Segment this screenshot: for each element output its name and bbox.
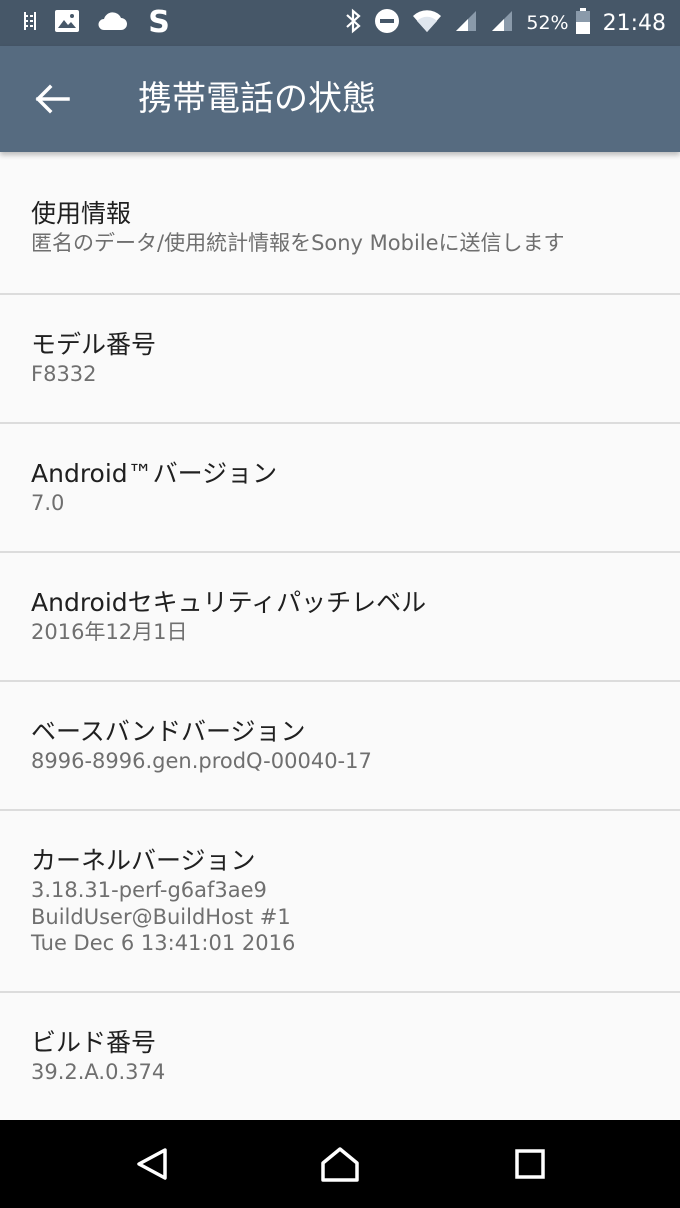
item-summary: 8996-8996.gen.prodQ-00040-17	[31, 749, 372, 773]
back-triangle-icon	[137, 1148, 167, 1180]
app-bar: 携帯電話の状態	[0, 46, 680, 152]
clock: 21:48	[602, 10, 666, 36]
item-title: ベースバンドバージョン	[31, 717, 306, 746]
bluetooth-icon	[344, 8, 362, 38]
navigation-bar	[0, 1120, 680, 1208]
list-item-baseband-version[interactable]: ベースバンドバージョン 8996-8996.gen.prodQ-00040-17	[0, 682, 680, 811]
status-icons-right: 52% 21:48	[332, 0, 666, 46]
nav-back-button[interactable]	[102, 1120, 202, 1208]
item-title: 使用情報	[31, 199, 132, 228]
battery-percent: 52%	[526, 12, 569, 34]
item-summary: Tue Dec 6 13:41:01 2016	[31, 931, 296, 955]
item-title: ビルド番号	[31, 1028, 157, 1057]
s-app-icon: S	[144, 5, 174, 40]
list-item-android-version[interactable]: Android™バージョン 7.0	[0, 424, 680, 553]
signal-icon	[490, 9, 514, 37]
do-not-disturb-icon	[374, 8, 400, 38]
svg-text:S: S	[148, 6, 170, 36]
status-bar: S 52% 21:48	[0, 0, 680, 46]
home-icon	[321, 1147, 359, 1182]
battery-icon	[575, 7, 591, 39]
image-icon	[54, 9, 80, 37]
item-summary: F8332	[31, 362, 97, 386]
wifi-icon	[412, 9, 442, 37]
item-title: Androidセキュリティパッチレベル	[31, 588, 427, 617]
nav-home-button[interactable]	[290, 1120, 390, 1208]
item-summary: 匿名のデータ/使用統計情報をSony Mobileに送信します	[31, 231, 565, 255]
recents-icon	[515, 1149, 545, 1179]
cloud-icon	[96, 10, 128, 36]
list-item-model-number[interactable]: モデル番号 F8332	[0, 295, 680, 424]
list-item-kernel-version[interactable]: カーネルバージョン 3.18.31-perf-g6af3ae9 BuildUse…	[0, 811, 680, 993]
list-item-security-patch[interactable]: Androidセキュリティパッチレベル 2016年12月1日	[0, 553, 680, 682]
vibrate-icon	[22, 10, 38, 36]
nav-recents-button[interactable]	[480, 1120, 580, 1208]
status-icons-left: S	[22, 0, 190, 46]
item-summary: 2016年12月1日	[31, 620, 188, 644]
item-title: カーネルバージョン	[31, 846, 256, 875]
back-button[interactable]	[26, 75, 78, 123]
signal-icon	[454, 9, 478, 37]
settings-list: 使用情報 匿名のデータ/使用統計情報をSony Mobileに送信します モデル…	[0, 164, 680, 1122]
item-summary: 7.0	[31, 491, 65, 515]
item-title: モデル番号	[31, 330, 157, 359]
item-summary: 3.18.31-perf-g6af3ae9	[31, 878, 267, 902]
page-title: 携帯電話の状態	[138, 79, 376, 119]
list-item-build-number[interactable]: ビルド番号 39.2.A.0.374	[0, 993, 680, 1122]
arrow-left-icon	[35, 84, 70, 114]
item-title: Android™バージョン	[31, 459, 278, 488]
item-summary: BuildUser@BuildHost #1	[31, 904, 291, 929]
item-summary: 39.2.A.0.374	[31, 1060, 166, 1084]
list-item-usage-info[interactable]: 使用情報 匿名のデータ/使用統計情報をSony Mobileに送信します	[0, 164, 680, 295]
